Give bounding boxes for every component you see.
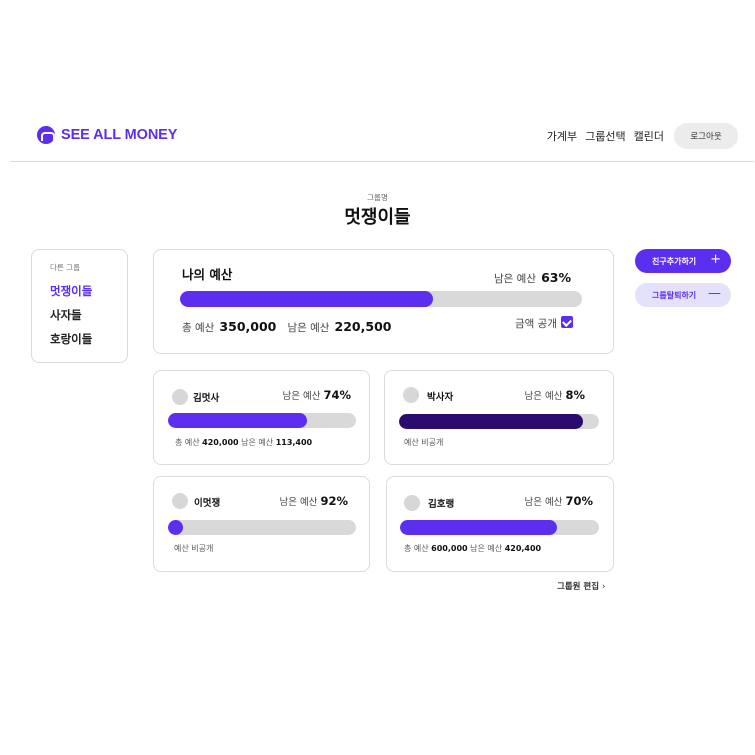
- my-budget-title: 나의 예산: [182, 267, 233, 282]
- plus-icon: +: [710, 252, 721, 267]
- edit-members-link[interactable]: 그룹원 편집 ›: [557, 580, 605, 592]
- member-progress: [399, 414, 599, 429]
- budget-private-text: 예산 비공개: [174, 544, 214, 553]
- member-remain-percent: 남은 예산 70%: [524, 494, 593, 508]
- minus-icon: —: [708, 286, 721, 301]
- sidebar-item-group-2[interactable]: 사자들: [50, 307, 82, 323]
- my-budget-progress: [180, 291, 582, 307]
- amount-public-label: 금액 공개: [515, 318, 557, 330]
- member-card: 김호랭 남은 예산 70% 총 예산 600,000 남은 예산 420,400: [386, 476, 614, 572]
- my-budget-card: 나의 예산 남은 예산 63% 총 예산 350,000 남은 예산 220,5…: [153, 249, 614, 354]
- leave-group-button[interactable]: 그룹탈퇴하기 —: [635, 283, 731, 307]
- top-header: SEE ALL MONEY 가계부 그룹선택 캘린더 로그아웃: [10, 118, 754, 162]
- member-remain-percent: 남은 예산 74%: [282, 388, 351, 402]
- sidebar-item-group-3[interactable]: 호랑이들: [50, 331, 92, 347]
- nav-item-group-select[interactable]: 그룹선택: [585, 128, 625, 144]
- add-friend-button[interactable]: 친구추가하기 +: [635, 249, 731, 273]
- member-name: 이멋쟁: [194, 498, 221, 509]
- my-remain-percent: 남은 예산 63%: [494, 270, 571, 285]
- group-caption: 그룹명: [367, 193, 388, 202]
- page-title: 멋쟁이들: [344, 207, 411, 228]
- chevron-right-icon: ›: [602, 582, 606, 592]
- brand-name: SEE ALL MONEY: [61, 127, 178, 143]
- sidebar-heading: 다른 그룹: [50, 263, 80, 272]
- avatar: [172, 389, 188, 405]
- member-card: 김멋사 남은 예산 74% 총 예산 420,000 남은 예산 113,400: [153, 370, 370, 465]
- avatar: [403, 387, 419, 403]
- main-nav: 가계부 그룹선택 캘린더: [547, 128, 664, 144]
- avatar: [404, 495, 420, 511]
- my-budget-progress-fill: [180, 291, 434, 307]
- my-budget-summary: 총 예산 350,000 남은 예산 220,500: [182, 319, 392, 334]
- member-progress-fill: [400, 520, 558, 535]
- member-progress-fill: [399, 414, 583, 429]
- member-card: 이멋쟁 남은 예산 92% 예산 비공개: [153, 476, 370, 572]
- logout-button[interactable]: 로그아웃: [674, 123, 738, 149]
- sidebar-item-group-1[interactable]: 멋쟁이들: [50, 283, 92, 299]
- add-friend-label: 친구추가하기: [652, 257, 697, 266]
- member-name: 김멋사: [193, 393, 220, 404]
- member-budget-summary: 총 예산 600,000 남은 예산 420,400: [404, 544, 542, 553]
- nav-item-ledger[interactable]: 가계부: [547, 128, 577, 144]
- member-progress: [168, 520, 356, 535]
- member-remain-percent: 남은 예산 92%: [279, 494, 348, 508]
- logo-icon: [37, 126, 55, 144]
- member-progress-fill: [168, 520, 183, 535]
- member-budget-summary: 총 예산 420,000 남은 예산 113,400: [175, 438, 313, 447]
- group-sidebar: 다른 그룹 멋쟁이들 사자들 호랑이들: [31, 249, 128, 363]
- member-progress-fill: [168, 413, 308, 428]
- brand-logo[interactable]: SEE ALL MONEY: [37, 126, 177, 144]
- member-card: 박사자 남은 예산 8% 예산 비공개: [384, 370, 614, 465]
- nav-item-calendar[interactable]: 캘린더: [634, 128, 664, 144]
- amount-public-checkbox[interactable]: [561, 316, 573, 328]
- leave-group-label: 그룹탈퇴하기: [652, 291, 697, 300]
- member-progress: [168, 413, 356, 428]
- member-remain-percent: 남은 예산 8%: [524, 388, 585, 402]
- member-name: 김호랭: [428, 499, 455, 510]
- member-progress: [400, 520, 599, 535]
- member-name: 박사자: [427, 392, 454, 403]
- budget-private-text: 예산 비공개: [404, 438, 444, 447]
- avatar: [172, 493, 188, 509]
